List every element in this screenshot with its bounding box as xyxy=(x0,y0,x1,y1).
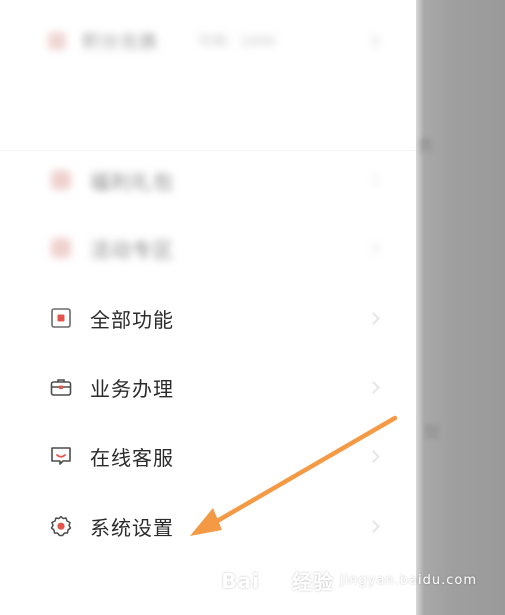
paw-icon xyxy=(266,570,287,590)
top-item-sub: 可用：1000 xyxy=(198,34,276,50)
menu-item-gift[interactable]: 福利礼包 xyxy=(48,160,380,200)
gift-icon xyxy=(48,32,66,50)
grid-app-icon xyxy=(48,305,74,331)
menu-item-label: 全部功能 xyxy=(90,307,174,332)
chevron-right-icon xyxy=(367,449,380,463)
gear-icon xyxy=(48,513,74,539)
menu-item-label: 福利礼包 xyxy=(90,169,174,194)
menu-item-label: 活动专区 xyxy=(90,237,174,262)
menu-item-customer-service[interactable]: 在线客服 xyxy=(48,436,380,476)
dim-overlay[interactable]: 务 版 xyxy=(416,0,505,615)
activity-icon xyxy=(48,235,74,261)
menu-item-label: 在线客服 xyxy=(90,445,174,470)
watermark-brand-b: 经验 xyxy=(292,570,335,594)
drawer-top-item[interactable]: 积分兑换 可用：1000 xyxy=(48,26,381,56)
chevron-right-icon xyxy=(367,380,380,394)
gift-box-icon xyxy=(48,167,74,193)
chevron-right-icon xyxy=(367,241,380,255)
menu-item-activity[interactable]: 活动专区 xyxy=(48,228,380,268)
overlay-ghost-text: 务 xyxy=(418,136,435,155)
menu-item-system-settings[interactable]: 系统设置 xyxy=(48,506,380,546)
menu-item-label: 业务办理 xyxy=(90,376,174,401)
chevron-right-icon xyxy=(367,519,380,533)
chevron-right-icon xyxy=(365,33,381,49)
chat-service-icon xyxy=(48,443,74,469)
watermark-brand-a: Bai xyxy=(221,568,261,593)
menu-item-all-functions[interactable]: 全部功能 xyxy=(48,298,380,338)
watermark-url: jingyan.baidu.com xyxy=(340,573,477,588)
top-item-title: 积分兑换 xyxy=(82,32,158,53)
watermark: Bai 经验 jingyan.baidu.com xyxy=(221,566,477,595)
menu-item-business[interactable]: 业务办理 xyxy=(48,367,380,407)
side-drawer: 积分兑换 可用：1000 福利礼包 活动专区 全部功能 业务办理 在线客服 系统… xyxy=(0,0,416,615)
overlay-ghost-text: 版 xyxy=(424,422,441,441)
divider xyxy=(0,150,416,151)
chevron-right-icon xyxy=(367,173,380,187)
menu-item-label: 系统设置 xyxy=(90,515,174,540)
briefcase-icon xyxy=(48,374,74,400)
chevron-right-icon xyxy=(367,311,380,325)
